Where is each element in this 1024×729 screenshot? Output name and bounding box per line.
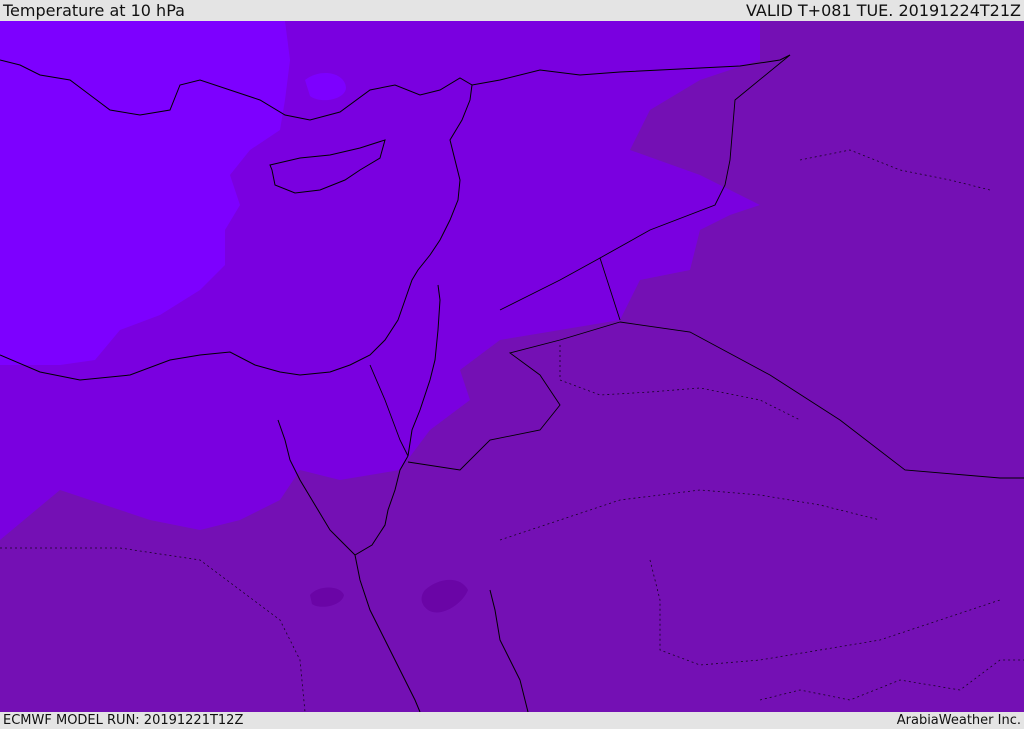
header-bar: Temperature at 10 hPa VALID T+081 TUE. 2… — [0, 0, 1024, 21]
map-title: Temperature at 10 hPa — [3, 1, 185, 20]
footer-bar: ECMWF MODEL RUN: 20191221T12Z ArabiaWeat… — [0, 712, 1024, 729]
valid-time: VALID T+081 TUE. 20191224T21Z — [745, 1, 1021, 20]
credit: ArabiaWeather Inc. — [896, 713, 1021, 728]
model-run: ECMWF MODEL RUN: 20191221T12Z — [3, 713, 244, 728]
temperature-map[interactable] — [0, 21, 1024, 712]
